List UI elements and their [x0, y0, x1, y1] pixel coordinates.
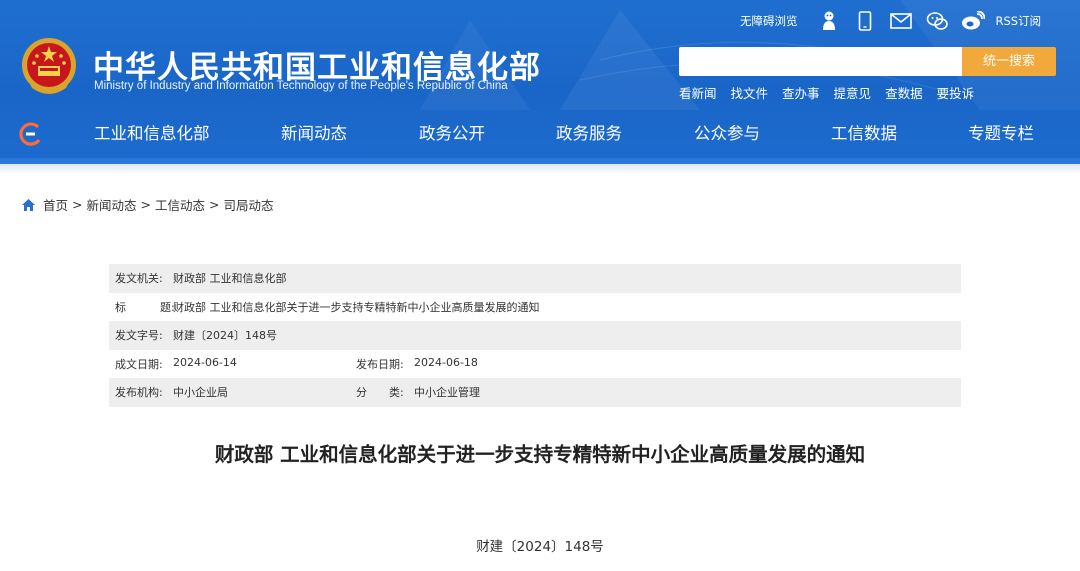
breadcrumb-home[interactable]: 首页 — [43, 195, 68, 214]
breadcrumb: 首页 > 新闻动态 > 工信动态 > 司局动态 — [21, 195, 274, 214]
meta-cell-category: 分类: 中小企业管理 — [356, 384, 480, 400]
document-title: 财政部 工业和信息化部关于进一步支持专精特新中小企业高质量发展的通知 — [214, 443, 866, 466]
mail-icon[interactable] — [888, 9, 914, 33]
nav-item-topics[interactable]: 专题专栏 — [968, 121, 1034, 147]
meta-value-publish-date: 2024-06-18 — [414, 355, 478, 369]
meta-label-publish-date: 发布日期: — [356, 357, 404, 371]
quick-links: 看新闻 找文件 查办事 提意见 查数据 要投诉 — [679, 83, 988, 102]
search-button[interactable]: 统一搜索 — [962, 47, 1056, 76]
meta-value-written-date: 2024-06-14 — [173, 355, 237, 369]
meta-label-category: 分类: — [356, 386, 404, 400]
meta-value-title: 财政部 工业和信息化部关于进一步支持专精特新中小企业高质量发展的通知 — [173, 300, 540, 314]
nav-item-gov-services[interactable]: 政务服务 — [556, 121, 622, 147]
nav-item-data[interactable]: 工信数据 — [831, 121, 897, 147]
mobile-icon[interactable] — [852, 9, 878, 33]
site-logo-icon[interactable] — [18, 121, 44, 147]
meta-row-doc-number: 发文字号: 财建〔2024〕148号 — [109, 321, 961, 350]
meta-label-title: 标题: — [115, 300, 175, 314]
site-header: 中华人民共和国工业和信息化部 Ministry of Industry and … — [0, 0, 1080, 164]
breadcrumb-separator: > — [140, 197, 151, 212]
search-input[interactable] — [679, 47, 962, 76]
quick-link-complaint[interactable]: 要投诉 — [937, 83, 975, 102]
top-toolbar: 无障碍浏览 RSS订阅 — [740, 8, 1041, 34]
national-emblem-icon — [22, 38, 76, 94]
weibo-icon[interactable] — [960, 9, 986, 33]
quick-link-news[interactable]: 看新闻 — [679, 83, 717, 102]
meta-label-issuer: 发文机关: — [115, 272, 163, 286]
meta-cell-publish-date: 发布日期: 2024-06-18 — [356, 356, 478, 372]
breadcrumb-industry-news[interactable]: 工信动态 — [155, 195, 205, 214]
mascot-icon[interactable] — [816, 9, 842, 33]
quick-link-data[interactable]: 查数据 — [885, 83, 923, 102]
home-icon — [22, 198, 35, 211]
document-number: 财建〔2024〕148号 — [476, 539, 604, 555]
nav-item-public-participation[interactable]: 公众参与 — [694, 121, 760, 147]
site-subtitle: Ministry of Industry and Information Tec… — [94, 80, 508, 92]
nav-item-ministry[interactable]: 工业和信息化部 — [94, 121, 210, 147]
rss-link[interactable]: RSS订阅 — [996, 9, 1042, 33]
meta-row-issuer: 发文机关: 财政部 工业和信息化部 — [109, 264, 961, 293]
breadcrumb-department-news[interactable]: 司局动态 — [224, 195, 274, 214]
breadcrumb-news[interactable]: 新闻动态 — [87, 195, 137, 214]
nav-item-gov-affairs[interactable]: 政务公开 — [419, 121, 485, 147]
meta-value-category: 中小企业管理 — [414, 386, 480, 400]
meta-row-title: 标题: 财政部 工业和信息化部关于进一步支持专精特新中小企业高质量发展的通知 — [109, 293, 961, 322]
header-shadow — [0, 164, 1080, 174]
meta-value-org: 中小企业局 — [173, 386, 228, 400]
meta-cell-org: 发布机构: 中小企业局 — [115, 384, 356, 400]
breadcrumb-separator: > — [209, 197, 220, 212]
meta-row-dates: 成文日期: 2024-06-14 发布日期: 2024-06-18 — [109, 350, 961, 379]
meta-row-org: 发布机构: 中小企业局 分类: 中小企业管理 — [109, 378, 961, 407]
document-meta-table: 发文机关: 财政部 工业和信息化部 标题: 财政部 工业和信息化部关于进一步支持… — [109, 264, 961, 407]
nav-item-news[interactable]: 新闻动态 — [281, 121, 347, 147]
quick-link-feedback[interactable]: 提意见 — [834, 83, 872, 102]
meta-cell-written-date: 成文日期: 2024-06-14 — [115, 356, 356, 372]
meta-label-doc-number: 发文字号: — [115, 329, 163, 343]
quick-link-services[interactable]: 查办事 — [782, 83, 820, 102]
meta-label-org: 发布机构: — [115, 386, 163, 400]
meta-value-doc-number: 财建〔2024〕148号 — [173, 329, 277, 343]
wechat-icon[interactable] — [924, 9, 950, 33]
meta-value-issuer: 财政部 工业和信息化部 — [173, 272, 287, 286]
breadcrumb-separator: > — [72, 197, 83, 212]
quick-link-files[interactable]: 找文件 — [731, 83, 769, 102]
accessibility-link[interactable]: 无障碍浏览 — [740, 9, 798, 33]
meta-label-written-date: 成文日期: — [115, 357, 163, 371]
